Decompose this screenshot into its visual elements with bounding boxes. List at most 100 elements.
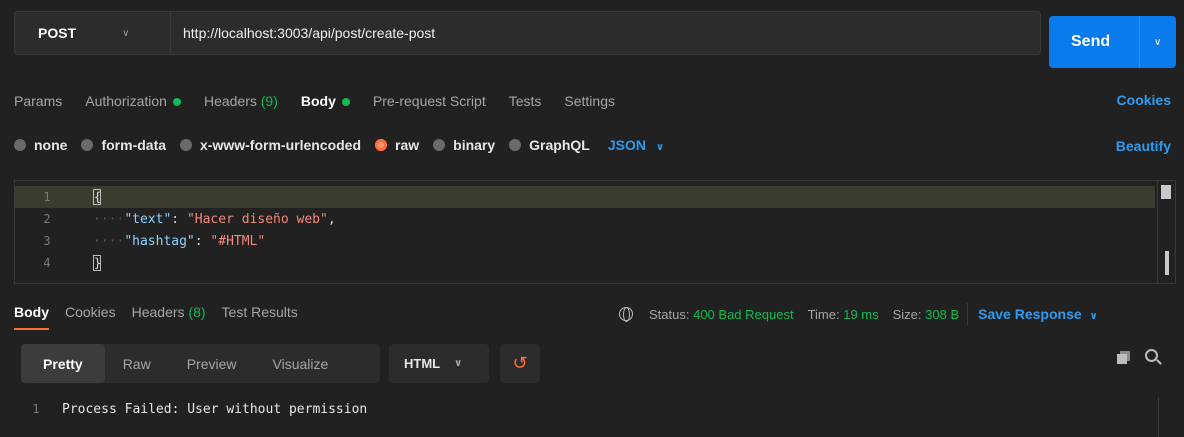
tab-body-label: Body — [300, 93, 336, 109]
response-format-select[interactable]: HTML ∨ — [389, 344, 489, 383]
response-text: Process Failed: User without permission — [62, 402, 368, 417]
divider — [967, 303, 969, 325]
tab-body[interactable]: Body — [301, 93, 350, 109]
brace-open: { — [93, 189, 102, 205]
tab-tests[interactable]: Tests — [509, 93, 542, 109]
radio-binary[interactable]: binary — [433, 137, 495, 153]
save-response-label: Save Response — [978, 306, 1082, 322]
beautify-button[interactable]: Beautify — [1116, 138, 1171, 154]
size-label: Size: — [892, 306, 922, 322]
indicator-dot-icon — [172, 98, 181, 107]
tab-response-headers[interactable]: Headers (8) — [132, 304, 206, 320]
chevron-down-icon: ∨ — [655, 142, 665, 153]
code-text: { — [75, 189, 101, 205]
tab-preview[interactable]: Preview — [169, 344, 255, 383]
radio-label: raw — [395, 137, 420, 153]
line-number: 4 — [43, 256, 51, 270]
tab-pretty[interactable]: Pretty — [21, 344, 105, 383]
globe-icon[interactable] — [619, 307, 633, 322]
response-meta: Status: 400 Bad Request Time: 19 ms Size… — [619, 303, 1098, 325]
response-tabs: Body Cookies Headers (8) Test Results — [14, 304, 314, 330]
cookies-link[interactable]: Cookies — [1117, 92, 1171, 108]
code-text: ····"hashtag": "#HTML" — [93, 233, 266, 249]
url-bar: POST ∨ http://localhost:3003/api/post/cr… — [14, 11, 1041, 55]
editor-line: 4 } — [15, 252, 1155, 274]
response-body[interactable]: 1 Process Failed: User without permissio… — [14, 397, 1176, 437]
tab-params[interactable]: Params — [14, 93, 62, 109]
response-headers-count: (8) — [188, 304, 206, 320]
json-trail: , — [327, 211, 336, 227]
format-label: JSON — [607, 137, 646, 153]
tab-response-body[interactable]: Body — [14, 304, 49, 330]
radio-selected-icon — [375, 139, 388, 151]
tab-headers-label: Headers — [203, 93, 257, 109]
headers-count: (9) — [260, 93, 278, 109]
size-value[interactable]: 308 B — [925, 307, 959, 322]
status-label: Status: — [649, 306, 690, 322]
tab-raw[interactable]: Raw — [105, 344, 169, 383]
radio-x-www-form-urlencoded[interactable]: x-www-form-urlencoded — [180, 137, 361, 153]
radio-circle-icon — [433, 139, 446, 151]
body-type-selector: none form-data x-www-form-urlencoded raw… — [14, 137, 664, 153]
brace-close: } — [93, 255, 102, 271]
line-number: 1 — [32, 402, 40, 416]
radio-graphql[interactable]: GraphQL — [509, 137, 590, 153]
chevron-down-icon: ∨ — [454, 358, 463, 369]
json-value: "Hacer diseño web" — [186, 211, 328, 227]
json-key: "text" — [124, 211, 172, 227]
json-value: "#HTML" — [210, 233, 266, 249]
radio-circle-icon — [180, 139, 193, 151]
radio-label: GraphQL — [529, 137, 590, 153]
tab-pre-request-script[interactable]: Pre-request Script — [373, 93, 486, 109]
time-label: Time: — [807, 306, 840, 322]
response-format-label: HTML — [404, 356, 441, 371]
chevron-down-icon: ∨ — [1089, 311, 1098, 322]
request-tabs: Params Authorization Headers (9) Body Pr… — [14, 91, 638, 111]
search-icon[interactable] — [1145, 349, 1158, 362]
tab-authorization[interactable]: Authorization — [85, 93, 181, 109]
wrap-lines-icon[interactable]: ↺ — [500, 344, 540, 383]
editor-line: 2 ····"text": "Hacer diseño web", — [15, 208, 1155, 230]
scrollbar-thumb[interactable] — [1165, 251, 1169, 275]
radio-label: none — [34, 137, 68, 153]
radio-circle-icon — [81, 139, 94, 151]
response-view-tabs: Pretty Raw Preview Visualize — [21, 344, 380, 383]
request-body-editor[interactable]: 1 { 2 ····"text": "Hacer diseño web", 3 … — [14, 180, 1176, 284]
radio-label: x-www-form-urlencoded — [200, 137, 362, 153]
radio-raw[interactable]: raw — [375, 137, 419, 153]
scrollbar-thumb[interactable] — [1161, 185, 1171, 199]
copy-icon[interactable] — [1117, 351, 1131, 365]
editor-scrollbar[interactable] — [1157, 181, 1175, 283]
tab-response-cookies[interactable]: Cookies — [65, 304, 116, 320]
method-select[interactable]: POST ∨ — [15, 12, 171, 54]
status-value[interactable]: 400 Bad Request — [693, 307, 793, 322]
line-number: 3 — [43, 234, 51, 248]
line-number: 2 — [43, 212, 51, 226]
response-scrollbar[interactable] — [1158, 397, 1176, 437]
radio-none[interactable]: none — [14, 137, 67, 153]
tab-response-headers-label: Headers — [131, 304, 185, 320]
indicator-dot-icon — [341, 98, 350, 107]
radio-label: binary — [453, 137, 496, 153]
send-label: Send — [1071, 33, 1111, 50]
tab-test-results[interactable]: Test Results — [222, 304, 298, 320]
time-value[interactable]: 19 ms — [843, 307, 878, 322]
radio-circle-icon — [14, 139, 26, 151]
chevron-down-icon: ∨ — [122, 27, 130, 39]
radio-circle-icon — [509, 139, 522, 151]
radio-form-data[interactable]: form-data — [81, 137, 166, 153]
tab-headers[interactable]: Headers (9) — [204, 93, 278, 109]
code-text: } — [75, 255, 101, 271]
tab-authorization-label: Authorization — [85, 93, 167, 109]
tab-visualize[interactable]: Visualize — [255, 344, 347, 383]
method-label: POST — [38, 25, 77, 41]
url-input[interactable]: http://localhost:3003/api/post/create-po… — [171, 25, 435, 41]
save-response-button[interactable]: Save Response ∨ — [978, 306, 1098, 322]
format-select[interactable]: JSON ∨ — [608, 137, 664, 153]
tab-settings[interactable]: Settings — [564, 93, 615, 109]
send-button[interactable]: Send ∨ — [1049, 16, 1176, 68]
code-text: ····"text": "Hacer diseño web", — [93, 211, 336, 227]
editor-line: 1 { — [15, 186, 1155, 208]
chevron-down-icon[interactable]: ∨ — [1140, 37, 1161, 48]
json-key: "hashtag" — [124, 233, 195, 249]
